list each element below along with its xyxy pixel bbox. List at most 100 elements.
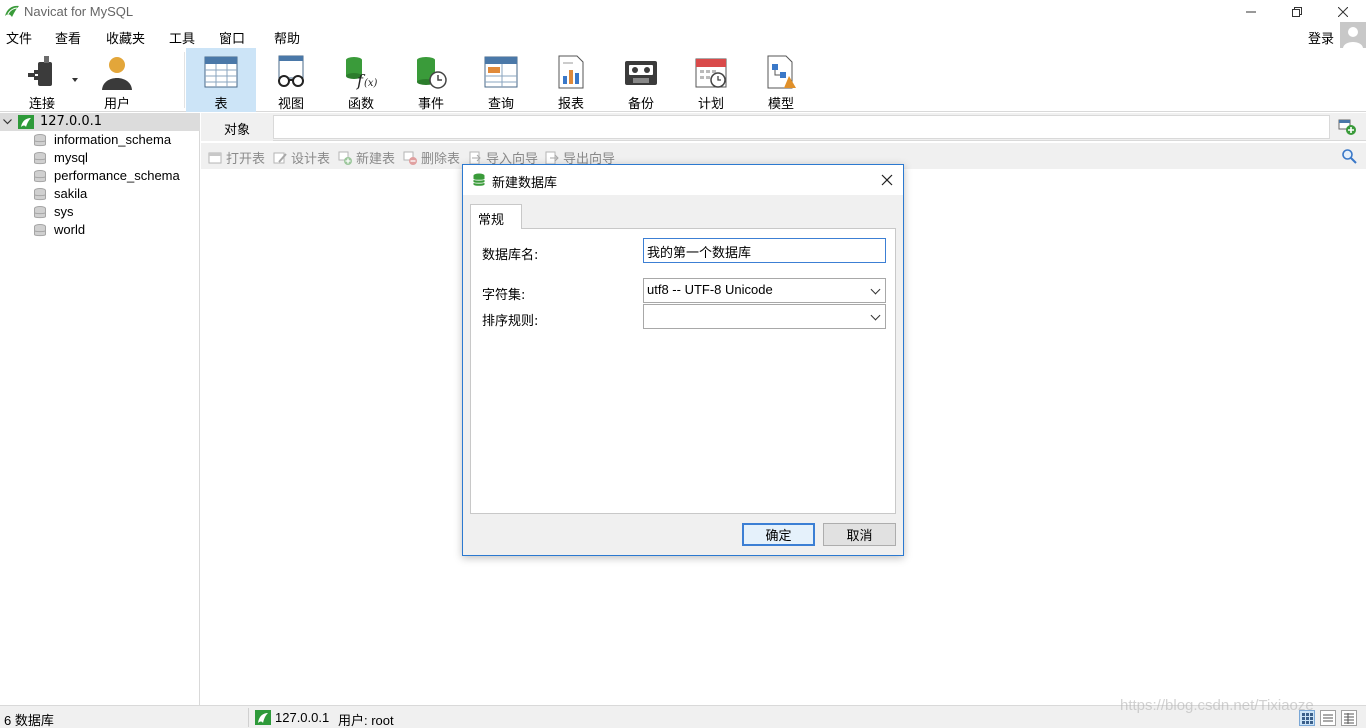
status-db-count: 6 数据库 (4, 713, 54, 728)
search-icon[interactable] (1341, 148, 1357, 164)
watermark: https://blog.csdn.net/Tixiaoze (1120, 697, 1314, 714)
restore-icon (1292, 7, 1302, 17)
table-icon (203, 54, 239, 90)
connect-button[interactable]: 连接 (14, 48, 70, 112)
ok-button[interactable]: 确定 (742, 523, 815, 546)
menu-favorites[interactable]: 收藏夹 (106, 28, 145, 47)
main-toolbar: 连接 用户 表 视图 f (x) 函数 事件 查询 报表 备份 计划 模型 (0, 48, 1366, 112)
tab-general[interactable]: 常规 (470, 204, 522, 229)
login-link[interactable]: 登录 (1308, 28, 1334, 47)
tab-object[interactable]: 对象 (201, 115, 273, 141)
database-name: world (54, 222, 86, 237)
detail-view-toggle[interactable] (1341, 710, 1357, 726)
schedule-button[interactable]: 计划 (676, 48, 746, 112)
close-icon (881, 174, 893, 186)
connect-dropdown-icon[interactable] (72, 78, 78, 82)
database-icon (34, 224, 46, 237)
svg-text:(x): (x) (364, 78, 378, 89)
database-icon (34, 188, 46, 201)
database-icon (34, 152, 46, 165)
tree-connection-node[interactable]: 127.0.0.1 (0, 113, 200, 131)
tree-database-item[interactable]: sakila (0, 185, 200, 203)
close-window-button[interactable] (1320, 0, 1366, 24)
view-label: 视图 (277, 96, 304, 111)
menu-window[interactable]: 窗口 (219, 28, 245, 47)
database-icon (34, 206, 46, 219)
import-icon (469, 151, 481, 164)
model-icon (763, 54, 799, 90)
status-divider (248, 708, 249, 727)
db-name-input[interactable]: 我的第一个数据库 (643, 238, 886, 263)
tree-database-item[interactable]: sys (0, 203, 200, 221)
window-title: Navicat for MySQL (24, 4, 134, 19)
new-table-button[interactable]: 新建表 (338, 148, 395, 167)
title-bar: Navicat for MySQL (0, 0, 1366, 24)
delete-table-icon (403, 151, 417, 165)
view-button[interactable]: 视图 (256, 48, 326, 112)
report-chart-icon (553, 54, 589, 90)
open-table-icon (208, 152, 222, 163)
user-label: 用户 (103, 96, 130, 111)
minimize-icon (1246, 11, 1256, 13)
mysql-connection-icon (18, 115, 34, 129)
table-label: 表 (214, 96, 228, 111)
database-icon (34, 134, 46, 147)
new-tab-icon[interactable] (1336, 117, 1358, 137)
database-name: mysql (54, 150, 88, 165)
list-view-icon (1323, 714, 1333, 722)
tab-general-label: 常规 (478, 213, 505, 228)
charset-select[interactable]: utf8 -- UTF-8 Unicode (643, 278, 886, 303)
connect-label: 连接 (28, 96, 55, 111)
tab-object-label: 对象 (223, 122, 250, 138)
avatar[interactable] (1340, 22, 1366, 48)
tab-bar: 对象 (201, 113, 1366, 141)
navicat-logo-icon (5, 5, 19, 17)
backup-button[interactable]: 备份 (606, 48, 676, 112)
collation-select[interactable] (643, 304, 886, 329)
user-button[interactable]: 用户 (90, 48, 144, 112)
tree-database-item[interactable]: mysql (0, 149, 200, 167)
cancel-label: 取消 (846, 529, 873, 544)
dialog-close-button[interactable] (873, 169, 901, 191)
chevron-down-icon[interactable] (3, 118, 12, 126)
backup-tape-icon (623, 54, 659, 90)
design-table-icon (273, 152, 287, 163)
collation-label: 排序规则: (482, 314, 539, 329)
open-table-button[interactable]: 打开表 (208, 148, 265, 167)
query-button[interactable]: 查询 (466, 48, 536, 112)
table-button[interactable]: 表 (186, 48, 256, 112)
function-button[interactable]: f (x) 函数 (326, 48, 396, 112)
menu-help[interactable]: 帮助 (274, 28, 300, 47)
restore-button[interactable] (1274, 0, 1320, 24)
delete-table-button[interactable]: 删除表 (403, 148, 460, 167)
minimize-button[interactable] (1228, 0, 1274, 24)
menu-view[interactable]: 查看 (55, 28, 81, 47)
design-table-button[interactable]: 设计表 (273, 148, 330, 167)
tree-database-item[interactable]: world (0, 221, 200, 239)
tree-database-item[interactable]: performance_schema (0, 167, 200, 185)
dialog-body: 常规 数据库名: 我的第一个数据库 字符集: utf8 -- UTF-8 Uni… (463, 195, 903, 555)
query-label: 查询 (487, 96, 514, 111)
status-connection: 127.0.0.1 (275, 710, 330, 725)
report-button[interactable]: 报表 (536, 48, 606, 112)
menu-file[interactable]: 文件 (6, 28, 32, 47)
ok-label: 确定 (765, 529, 792, 544)
database-icon (473, 173, 485, 186)
database-name: sys (54, 204, 74, 219)
dialog-title-bar[interactable]: 新建数据库 (463, 165, 903, 195)
chevron-down-icon (870, 284, 881, 295)
calendar-icon (693, 54, 729, 90)
model-button[interactable]: 模型 (746, 48, 816, 112)
backup-label: 备份 (627, 96, 654, 111)
connection-tree: 127.0.0.1 information_schema mysql perfo… (0, 113, 200, 705)
detail-view-icon (1344, 713, 1354, 724)
cancel-button[interactable]: 取消 (823, 523, 896, 546)
tree-database-item[interactable]: information_schema (0, 131, 200, 149)
user-icon (99, 54, 135, 90)
plug-icon (24, 54, 60, 90)
user-avatar-icon (1343, 27, 1363, 48)
menu-tools[interactable]: 工具 (169, 28, 195, 47)
event-button[interactable]: 事件 (396, 48, 466, 112)
schedule-label: 计划 (697, 96, 724, 111)
list-view-toggle[interactable] (1320, 710, 1336, 726)
